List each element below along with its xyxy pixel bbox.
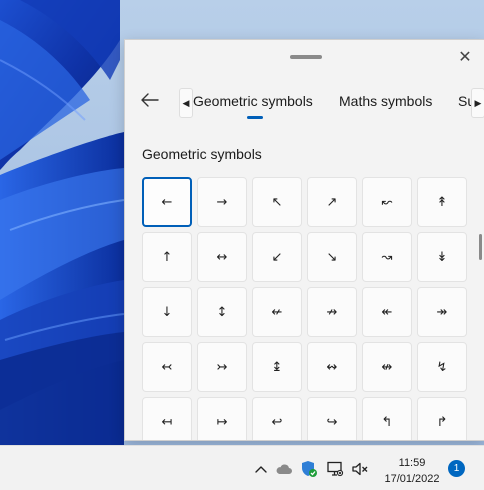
windows-security-button[interactable] bbox=[300, 460, 318, 478]
symbol-cell[interactable]: ↛ bbox=[307, 287, 357, 337]
symbol-cell[interactable]: ↣ bbox=[197, 342, 247, 392]
taskbar: 11:59 17/01/2022 1 bbox=[0, 445, 484, 490]
emoji-symbol-panel: ✕ ◀ Geometric symbols Maths symbols Su ▶… bbox=[124, 39, 484, 441]
section-title: Geometric symbols bbox=[142, 146, 262, 162]
back-button[interactable] bbox=[139, 89, 161, 111]
symbol-cell[interactable]: ↙ bbox=[252, 232, 302, 282]
symbol-cell[interactable]: ↕ bbox=[197, 287, 247, 337]
symbol-grid: ← → ↖ ↗ ↜ ↟ ↑ ↔ ↙ ↘ ↝ ↡ ↓ ↕ ↚ ↛ ↞ ↠ ↢ ↣ ↨ ↭ ↮ ↯ ↤ ↦ ↩ ↪ ↰ ↱ bbox=[142, 177, 467, 440]
close-button[interactable]: ✕ bbox=[455, 48, 475, 68]
tab-geometric-symbols[interactable]: Geometric symbols bbox=[193, 93, 313, 109]
grid-scrollbar-thumb[interactable] bbox=[479, 234, 482, 260]
symbol-cell[interactable]: ↪ bbox=[307, 397, 357, 440]
back-arrow-icon bbox=[141, 93, 159, 107]
notification-badge[interactable]: 1 bbox=[448, 460, 465, 477]
symbol-cell[interactable]: ↝ bbox=[362, 232, 412, 282]
onedrive-button[interactable] bbox=[275, 460, 293, 478]
symbol-cell[interactable]: ↭ bbox=[307, 342, 357, 392]
symbol-cell[interactable]: ↞ bbox=[362, 287, 412, 337]
cloud-icon bbox=[276, 464, 292, 474]
symbol-cell[interactable]: ↠ bbox=[417, 287, 467, 337]
symbol-cell[interactable]: ↗ bbox=[307, 177, 357, 227]
symbol-cell[interactable]: ↟ bbox=[417, 177, 467, 227]
symbol-cell[interactable]: ↮ bbox=[362, 342, 412, 392]
active-tab-indicator bbox=[247, 116, 263, 119]
network-icon bbox=[327, 461, 344, 477]
symbol-cell[interactable]: ↨ bbox=[252, 342, 302, 392]
show-hidden-icons-button[interactable] bbox=[252, 460, 270, 478]
tab-scroll-left-button[interactable]: ◀ bbox=[179, 88, 193, 118]
symbol-cell[interactable]: ↖ bbox=[252, 177, 302, 227]
chevron-up-icon bbox=[255, 466, 267, 473]
symbol-cell[interactable]: ↩ bbox=[252, 397, 302, 440]
symbol-cell[interactable]: ↰ bbox=[362, 397, 412, 440]
symbol-cell[interactable]: ↡ bbox=[417, 232, 467, 282]
symbol-cell[interactable]: → bbox=[197, 177, 247, 227]
taskbar-clock[interactable]: 11:59 17/01/2022 bbox=[380, 455, 444, 487]
drag-handle[interactable] bbox=[290, 55, 322, 59]
category-tabs: ◀ Geometric symbols Maths symbols Su ▶ bbox=[179, 85, 484, 123]
caret-left-icon: ◀ bbox=[182, 97, 190, 108]
symbol-cell[interactable]: ↤ bbox=[142, 397, 192, 440]
volume-button[interactable] bbox=[351, 460, 369, 478]
clock-date: 17/01/2022 bbox=[384, 473, 440, 485]
symbol-cell[interactable]: ↓ bbox=[142, 287, 192, 337]
tab-maths-symbols[interactable]: Maths symbols bbox=[339, 93, 432, 109]
symbol-cell[interactable]: ← bbox=[142, 177, 192, 227]
symbol-cell[interactable]: ↘ bbox=[307, 232, 357, 282]
caret-right-icon: ▶ bbox=[474, 97, 482, 108]
symbol-cell[interactable]: ↔ bbox=[197, 232, 247, 282]
close-icon: ✕ bbox=[458, 49, 472, 66]
symbol-cell[interactable]: ↦ bbox=[197, 397, 247, 440]
clock-time: 11:59 bbox=[398, 457, 426, 469]
symbol-cell[interactable]: ↑ bbox=[142, 232, 192, 282]
speaker-muted-icon bbox=[352, 462, 368, 476]
symbol-cell[interactable]: ↱ bbox=[417, 397, 467, 440]
symbol-cell[interactable]: ↜ bbox=[362, 177, 412, 227]
symbol-cell[interactable]: ↚ bbox=[252, 287, 302, 337]
network-button[interactable] bbox=[326, 460, 344, 478]
symbol-cell[interactable]: ↯ bbox=[417, 342, 467, 392]
defender-icon bbox=[302, 461, 317, 477]
tab-scroll-right-button[interactable]: ▶ bbox=[471, 88, 484, 118]
symbol-cell[interactable]: ↢ bbox=[142, 342, 192, 392]
